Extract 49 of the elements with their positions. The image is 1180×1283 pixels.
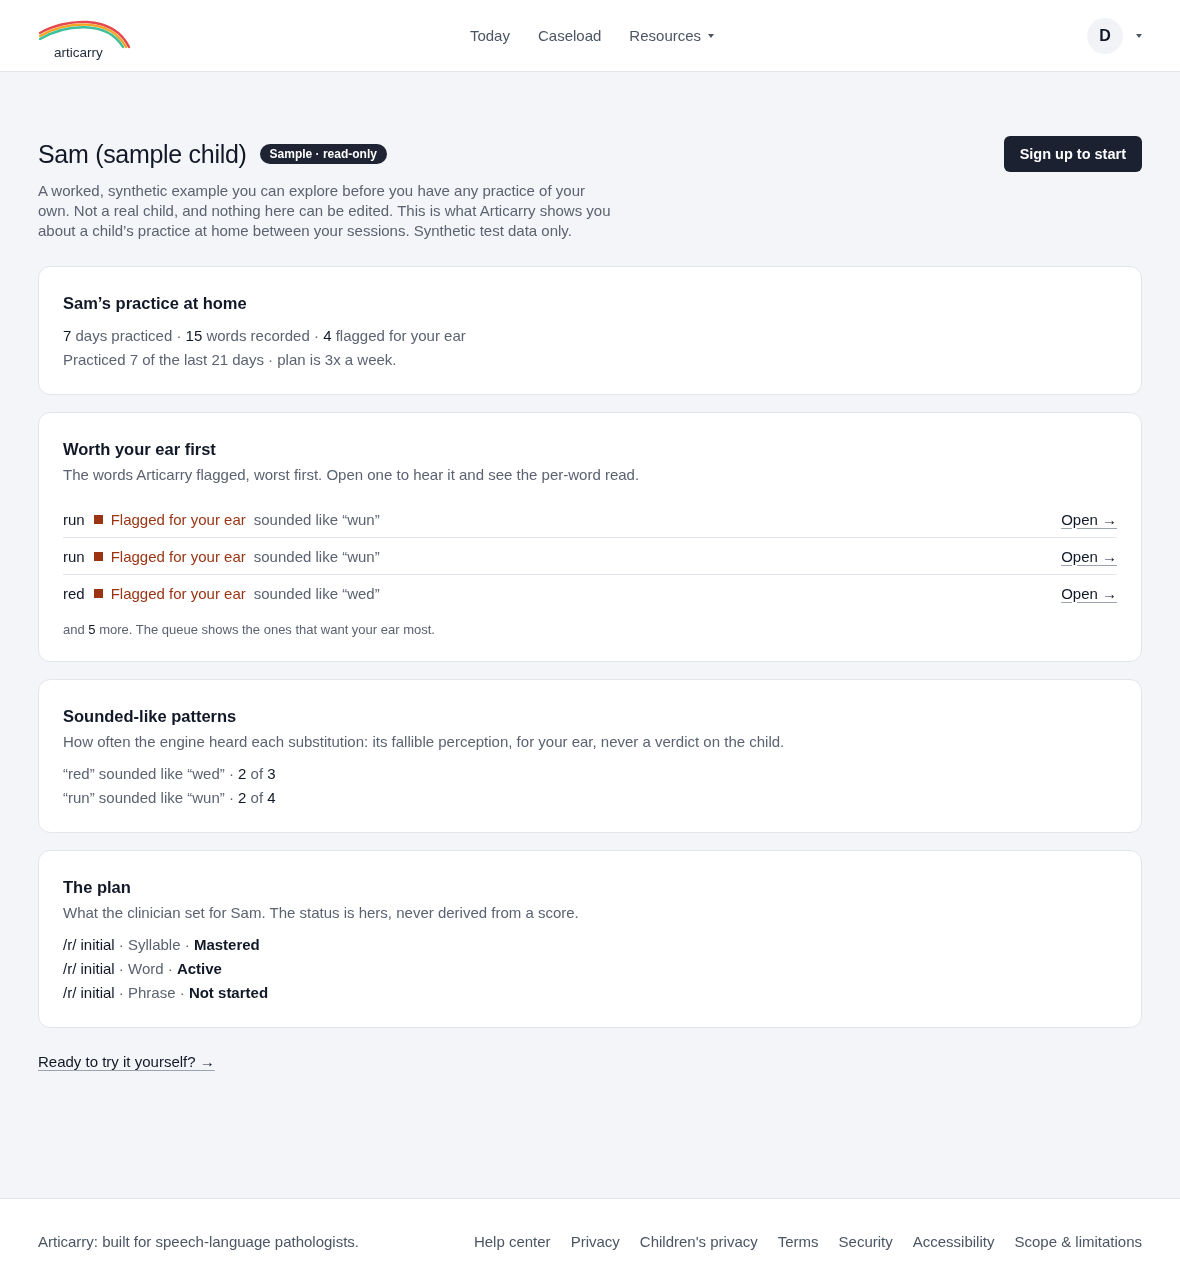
practice-stats-line: 7 days practiced · 15 words recorded · 4 flagged for your ear <box>63 326 467 346</box>
card-description: How often the engine heard each substitution: its fallible perception, for your ear, never a verdict on the child. <box>63 732 786 752</box>
brand-name: articarry <box>54 44 103 61</box>
footer-link[interactable]: Terms <box>777 1232 819 1250</box>
page-title: Sam (sample child) <box>38 139 247 170</box>
practice-stats-line: Practiced 7 of the last 21 days · plan is 3x a week. <box>63 350 398 370</box>
avatar[interactable]: D <box>1087 17 1123 54</box>
sounded-like-text: sounded like “wun” <box>253 547 380 565</box>
sounded-like-text: sounded like “wun” <box>253 510 380 528</box>
plan-line: /r/ initial · Word · Active <box>63 959 223 979</box>
card-title: Sounded-like patterns <box>63 706 238 727</box>
page-description: A worked, synthetic example you can explore before you have any practice of your own. Not a real child, and nothing here can be edited. This is what Articarry shows you about a child’s practice at home between your sessions. Synthetic test data only. <box>38 181 612 241</box>
more-note: and 5 more. The queue shows the ones that want your ear most. <box>63 621 436 639</box>
word-text: red <box>63 584 85 602</box>
sounded-like-text: sounded like “wed” <box>253 584 380 602</box>
flag-label: Flagged for your ear <box>110 547 246 565</box>
nav-link[interactable]: Resources <box>629 27 715 44</box>
word-text: run <box>63 547 85 565</box>
card-title: The plan <box>63 877 132 898</box>
card-description: The words Articarry flagged, worst first. Open one to hear it and see the per-word read. <box>63 465 641 485</box>
flag-label: Flagged for your ear <box>110 510 246 528</box>
footer-tagline: Articarry: built for speech-language pathologists. <box>38 1232 359 1250</box>
flag-square-icon <box>93 551 103 561</box>
open-link[interactable]: Open → <box>1061 510 1117 528</box>
open-link[interactable]: Open → <box>1061 547 1117 565</box>
plan-line: /r/ initial · Syllable · Mastered <box>63 935 261 955</box>
card-description: What the clinician set for Sam. The status is hers, never derived from a score. <box>63 903 580 923</box>
footer-link[interactable]: Privacy <box>570 1232 620 1250</box>
nav-link[interactable]: Today <box>469 27 510 44</box>
flag-label: Flagged for your ear <box>110 584 246 602</box>
card-title: Worth your ear first <box>63 439 217 460</box>
caret-icon[interactable] <box>1136 33 1142 38</box>
footer-link[interactable]: Help center <box>473 1232 551 1250</box>
open-link[interactable]: Open → <box>1061 584 1117 602</box>
card-title: Sam’s practice at home <box>63 293 248 314</box>
footer-link[interactable]: Children's privacy <box>639 1232 758 1250</box>
word-text: run <box>63 510 85 528</box>
footer-link[interactable]: Accessibility <box>912 1232 995 1250</box>
plan-line: /r/ initial · Phrase · Not started <box>63 983 270 1003</box>
sample-badge: Sample · read-only <box>259 144 387 164</box>
flag-square-icon <box>93 588 103 598</box>
try-it-link[interactable]: Ready to try it yourself? → <box>38 1053 215 1070</box>
pattern-line: “run” sounded like “wun” · 2 of 4 <box>63 788 277 808</box>
flag-square-icon <box>93 514 103 524</box>
sign-up-button[interactable]: Sign up to start <box>1003 136 1142 172</box>
footer-link[interactable]: Scope & limitations <box>1014 1232 1142 1250</box>
footer-link[interactable]: Security <box>838 1232 893 1250</box>
pattern-line: “red” sounded like “wed” · 2 of 3 <box>63 764 277 784</box>
nav-link[interactable]: Caseload <box>537 27 602 44</box>
